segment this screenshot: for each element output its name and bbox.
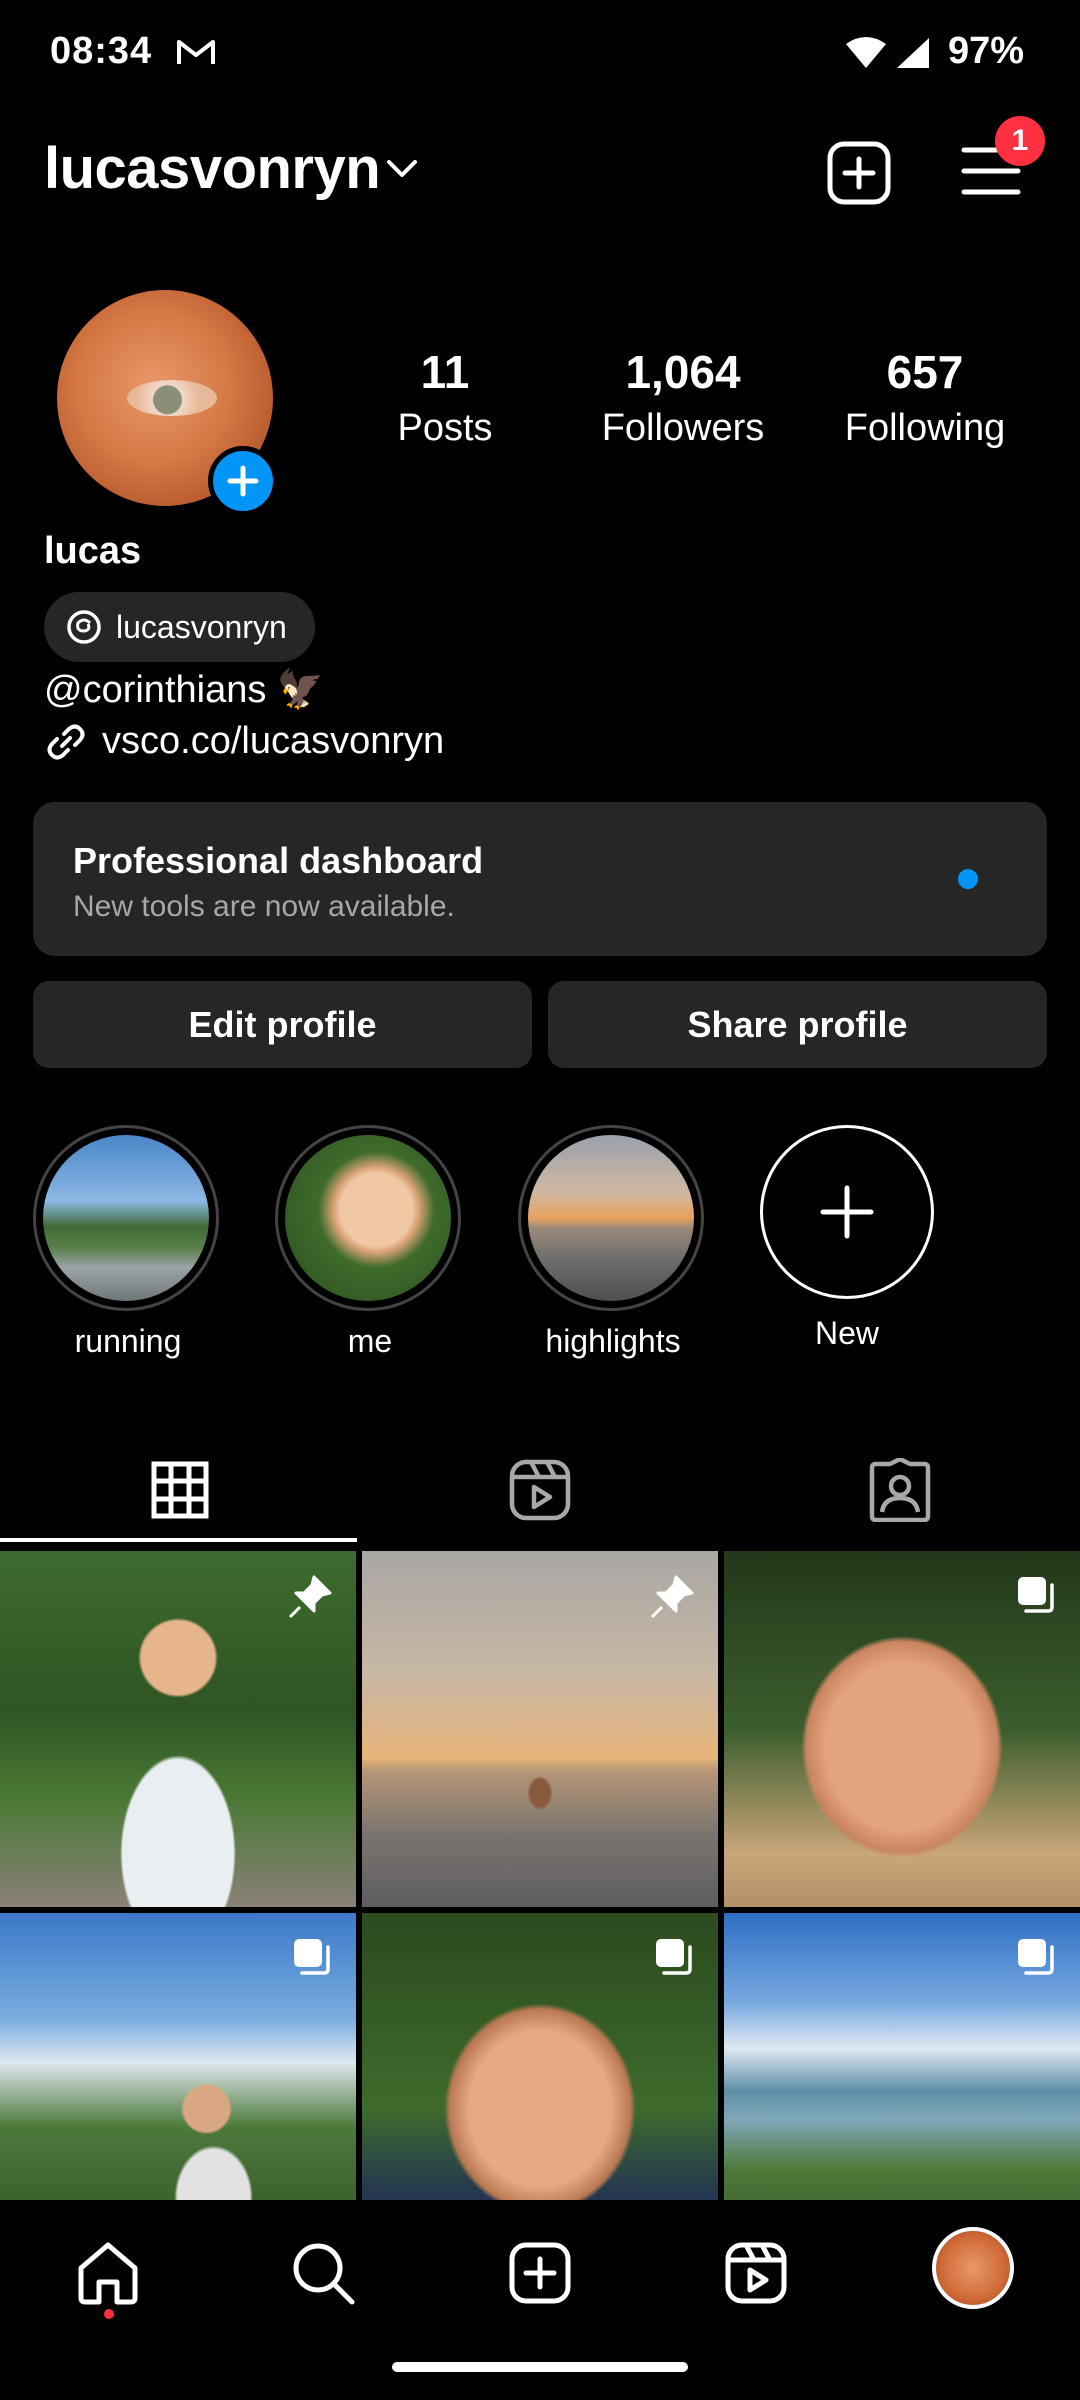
stat-label: Followers	[601, 407, 765, 449]
tab-tagged[interactable]	[720, 1440, 1080, 1540]
create-post-icon[interactable]	[826, 140, 892, 206]
carousel-icon	[1018, 1939, 1054, 1975]
highlight-ring	[518, 1125, 704, 1311]
status-bar: 08:34 97%	[0, 0, 1080, 110]
edit-profile-button[interactable]: Edit profile	[33, 981, 532, 1068]
post-thumbnail[interactable]	[724, 1551, 1080, 1907]
link-icon	[47, 724, 85, 759]
highlight-running[interactable]: running	[33, 1125, 223, 1360]
post-thumbnail[interactable]	[362, 1551, 718, 1907]
share-profile-button[interactable]: Share profile	[548, 981, 1047, 1068]
highlight-cover-portrait	[285, 1135, 451, 1301]
carousel-icon	[294, 1939, 330, 1975]
stat-value: 11	[420, 346, 470, 398]
pin-icon	[650, 1575, 694, 1619]
bio-link[interactable]: vsco.co/lucasvonryn	[44, 720, 444, 763]
dashboard-subtitle: New tools are now available.	[73, 890, 455, 923]
notification-badge: 1	[995, 116, 1045, 166]
post-thumbnail[interactable]	[0, 1551, 356, 1907]
pin-icon	[288, 1575, 332, 1619]
threads-handle: lucasvonryn	[116, 608, 287, 645]
search-icon	[293, 2243, 355, 2305]
home-icon	[78, 2242, 138, 2305]
reels-icon	[509, 1459, 571, 1521]
threads-badge[interactable]: lucasvonryn	[44, 592, 315, 662]
gmail-icon	[177, 40, 215, 64]
nav-home[interactable]	[68, 2233, 148, 2313]
stat-following[interactable]: 657 Following	[830, 345, 1020, 450]
account-switcher[interactable]: lucasvonryn	[44, 135, 381, 202]
wifi-icon	[846, 37, 886, 68]
stat-value: 657	[886, 346, 964, 398]
new-indicator-dot	[958, 869, 978, 889]
reels-icon	[725, 2242, 787, 2304]
nav-search[interactable]	[283, 2233, 363, 2313]
new-highlight-button[interactable]: New	[752, 1125, 942, 1352]
status-time: 08:34	[50, 30, 153, 72]
add-story-button[interactable]	[208, 446, 278, 516]
highlight-ring	[275, 1125, 461, 1311]
highlight-ring	[33, 1125, 219, 1311]
nav-profile-avatar[interactable]	[932, 2227, 1014, 2309]
battery-percentage: 97%	[948, 30, 1025, 72]
dashboard-title: Professional dashboard	[73, 840, 484, 881]
professional-dashboard-card[interactable]: Professional dashboard New tools are now…	[33, 802, 1047, 956]
highlight-highlights[interactable]: highlights	[518, 1125, 708, 1360]
bio-text: @corinthians 🦅	[44, 669, 325, 711]
link-text: vsco.co/lucasvonryn	[102, 720, 445, 762]
gesture-bar[interactable]	[392, 2362, 688, 2372]
stat-followers[interactable]: 1,064 Followers	[588, 345, 778, 450]
home-activity-dot	[104, 2309, 114, 2319]
plus-icon	[820, 1185, 874, 1239]
display-name: lucas	[44, 530, 142, 572]
active-tab-indicator	[0, 1538, 357, 1542]
carousel-icon	[656, 1939, 692, 1975]
highlight-label: running	[74, 1323, 182, 1359]
tab-posts-grid[interactable]	[0, 1440, 360, 1540]
highlight-cover-beach-palms	[43, 1135, 209, 1301]
threads-icon	[67, 610, 101, 644]
highlight-label: me	[347, 1323, 393, 1359]
highlight-me[interactable]: me	[275, 1125, 465, 1360]
avatar-eye-detail	[127, 380, 217, 416]
stat-posts[interactable]: 11 Posts	[370, 345, 520, 450]
stat-value: 1,064	[625, 346, 741, 398]
chevron-down-icon[interactable]	[385, 158, 419, 180]
tab-reels[interactable]	[360, 1440, 720, 1540]
nav-reels[interactable]	[716, 2233, 796, 2313]
create-icon	[509, 2242, 571, 2304]
highlight-label: highlights	[545, 1323, 681, 1359]
signal-icon	[897, 38, 929, 68]
grid-icon	[151, 1461, 209, 1519]
carousel-icon	[1018, 1577, 1054, 1613]
plus-icon	[227, 465, 259, 497]
new-highlight-ring	[760, 1125, 934, 1299]
nav-create[interactable]	[500, 2233, 580, 2313]
stat-label: Posts	[397, 407, 493, 449]
highlight-cover-sunset	[528, 1135, 694, 1301]
stat-label: Following	[844, 407, 1006, 449]
tagged-person-icon	[869, 1458, 931, 1522]
highlight-label: New	[814, 1315, 879, 1351]
